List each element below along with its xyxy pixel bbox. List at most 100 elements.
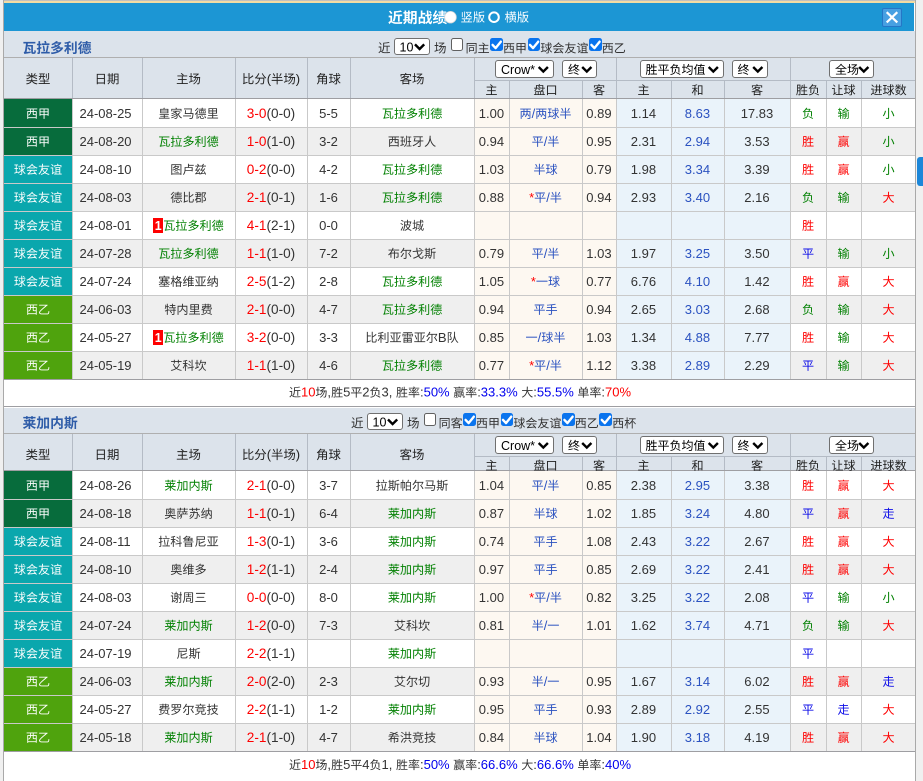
- svg-text:2.16: 2.16: [744, 190, 769, 205]
- svg-text:1.08: 1.08: [586, 534, 611, 549]
- svg-text:2.31: 2.31: [631, 134, 656, 149]
- svg-text:0.85: 0.85: [586, 562, 611, 577]
- svg-text:0.94: 0.94: [586, 190, 611, 205]
- svg-text:24-05-19: 24-05-19: [80, 358, 132, 373]
- svg-text:(2-0): (2-0): [267, 674, 296, 689]
- svg-text:10: 10: [400, 40, 414, 54]
- svg-text:50%: 50%: [424, 757, 450, 772]
- svg-text:4-7: 4-7: [319, 730, 338, 745]
- svg-text:1.14: 1.14: [631, 106, 656, 121]
- svg-text:2.93: 2.93: [631, 190, 656, 205]
- svg-text:24-07-24: 24-07-24: [80, 618, 132, 633]
- svg-text:2-2: 2-2: [247, 646, 267, 661]
- svg-text:*: *: [529, 190, 534, 205]
- svg-text:1.03: 1.03: [479, 162, 504, 177]
- svg-text:0.95: 0.95: [479, 702, 504, 717]
- svg-text:6-4: 6-4: [319, 506, 338, 521]
- svg-text:10: 10: [373, 415, 387, 429]
- svg-text:0.95: 0.95: [586, 134, 611, 149]
- svg-text:24-08-20: 24-08-20: [80, 134, 132, 149]
- svg-text:0.95: 0.95: [586, 674, 611, 689]
- svg-text:1,: 1,: [382, 757, 393, 772]
- svg-text:0.77: 0.77: [586, 274, 611, 289]
- svg-text:/: /: [546, 590, 550, 605]
- svg-text:4.10: 4.10: [685, 274, 710, 289]
- svg-text:0.77: 0.77: [479, 358, 504, 373]
- svg-text:66.6%: 66.6%: [537, 757, 574, 772]
- svg-text:2-1: 2-1: [247, 190, 267, 205]
- svg-text:1-2: 1-2: [319, 702, 338, 717]
- svg-text:7-2: 7-2: [319, 246, 338, 261]
- svg-text:1.42: 1.42: [744, 274, 769, 289]
- svg-text:17.83: 17.83: [741, 106, 774, 121]
- svg-text:2-0: 2-0: [247, 674, 267, 689]
- svg-text:24-08-03: 24-08-03: [80, 190, 132, 205]
- svg-text:3.25: 3.25: [631, 590, 656, 605]
- svg-text:0.97: 0.97: [479, 562, 504, 577]
- svg-text:2-2: 2-2: [247, 702, 267, 717]
- svg-text:4: 4: [362, 757, 369, 772]
- svg-text:0.82: 0.82: [586, 590, 611, 605]
- svg-text:1-3: 1-3: [247, 534, 267, 549]
- svg-text:1.03: 1.03: [586, 330, 611, 345]
- svg-text:3.34: 3.34: [685, 162, 710, 177]
- svg-text:*: *: [529, 590, 534, 605]
- svg-text:/: /: [544, 674, 548, 689]
- svg-text:1.34: 1.34: [631, 330, 656, 345]
- svg-text:66.6%: 66.6%: [481, 757, 518, 772]
- svg-text:1.12: 1.12: [586, 358, 611, 373]
- svg-text:70%: 70%: [605, 385, 631, 400]
- svg-text:): ): [296, 71, 300, 86]
- svg-text:3.24: 3.24: [685, 506, 710, 521]
- svg-text:3.18: 3.18: [685, 730, 710, 745]
- svg-text:4.88: 4.88: [685, 330, 710, 345]
- svg-text:3.40: 3.40: [685, 190, 710, 205]
- svg-text:1.04: 1.04: [586, 730, 611, 745]
- svg-text:4-7: 4-7: [319, 302, 338, 317]
- svg-text:1.03: 1.03: [586, 246, 611, 261]
- svg-text:1.05: 1.05: [479, 274, 504, 289]
- svg-text:5-5: 5-5: [319, 106, 338, 121]
- svg-text:(: (: [267, 71, 272, 86]
- svg-text:2.65: 2.65: [631, 302, 656, 317]
- svg-text:0-2: 0-2: [247, 162, 267, 177]
- svg-text:(0-0): (0-0): [267, 106, 296, 121]
- svg-text:1.85: 1.85: [631, 506, 656, 521]
- svg-text:24-05-27: 24-05-27: [80, 330, 132, 345]
- svg-text:2.38: 2.38: [631, 478, 656, 493]
- svg-text:24-08-18: 24-08-18: [80, 506, 132, 521]
- svg-text:(2-1): (2-1): [267, 218, 296, 233]
- svg-text:2.29: 2.29: [744, 358, 769, 373]
- svg-text:1-6: 1-6: [319, 190, 338, 205]
- svg-text:2-5: 2-5: [247, 274, 267, 289]
- svg-text:3-2: 3-2: [319, 134, 338, 149]
- svg-text:5: 5: [343, 385, 350, 400]
- svg-text:/: /: [538, 330, 542, 345]
- svg-text:/: /: [544, 134, 548, 149]
- svg-text:(0-0): (0-0): [267, 618, 296, 633]
- svg-text:2.41: 2.41: [744, 562, 769, 577]
- svg-text:24-08-10: 24-08-10: [80, 562, 132, 577]
- svg-text:24-06-03: 24-06-03: [80, 302, 132, 317]
- svg-text:1.67: 1.67: [631, 674, 656, 689]
- svg-text:2.68: 2.68: [744, 302, 769, 317]
- svg-text:3-3: 3-3: [319, 330, 338, 345]
- svg-text:(0-0): (0-0): [267, 478, 296, 493]
- svg-text:3.39: 3.39: [744, 162, 769, 177]
- svg-text:3-6: 3-6: [319, 534, 338, 549]
- svg-text:0.94: 0.94: [586, 302, 611, 317]
- svg-text:24-07-19: 24-07-19: [80, 646, 132, 661]
- svg-text:50%: 50%: [424, 385, 450, 400]
- svg-text:(1-0): (1-0): [267, 246, 296, 261]
- svg-text:(0-0): (0-0): [267, 590, 296, 605]
- svg-text:8.63: 8.63: [685, 106, 710, 121]
- svg-text:(1-1): (1-1): [267, 702, 296, 717]
- svg-text:6.76: 6.76: [631, 274, 656, 289]
- svg-text:4-2: 4-2: [319, 162, 338, 177]
- svg-text:2-1: 2-1: [247, 302, 267, 317]
- svg-text:0.74: 0.74: [479, 534, 504, 549]
- svg-text:B: B: [438, 330, 447, 345]
- svg-text:24-08-03: 24-08-03: [80, 590, 132, 605]
- svg-text:1.90: 1.90: [631, 730, 656, 745]
- svg-text:3.25: 3.25: [685, 246, 710, 261]
